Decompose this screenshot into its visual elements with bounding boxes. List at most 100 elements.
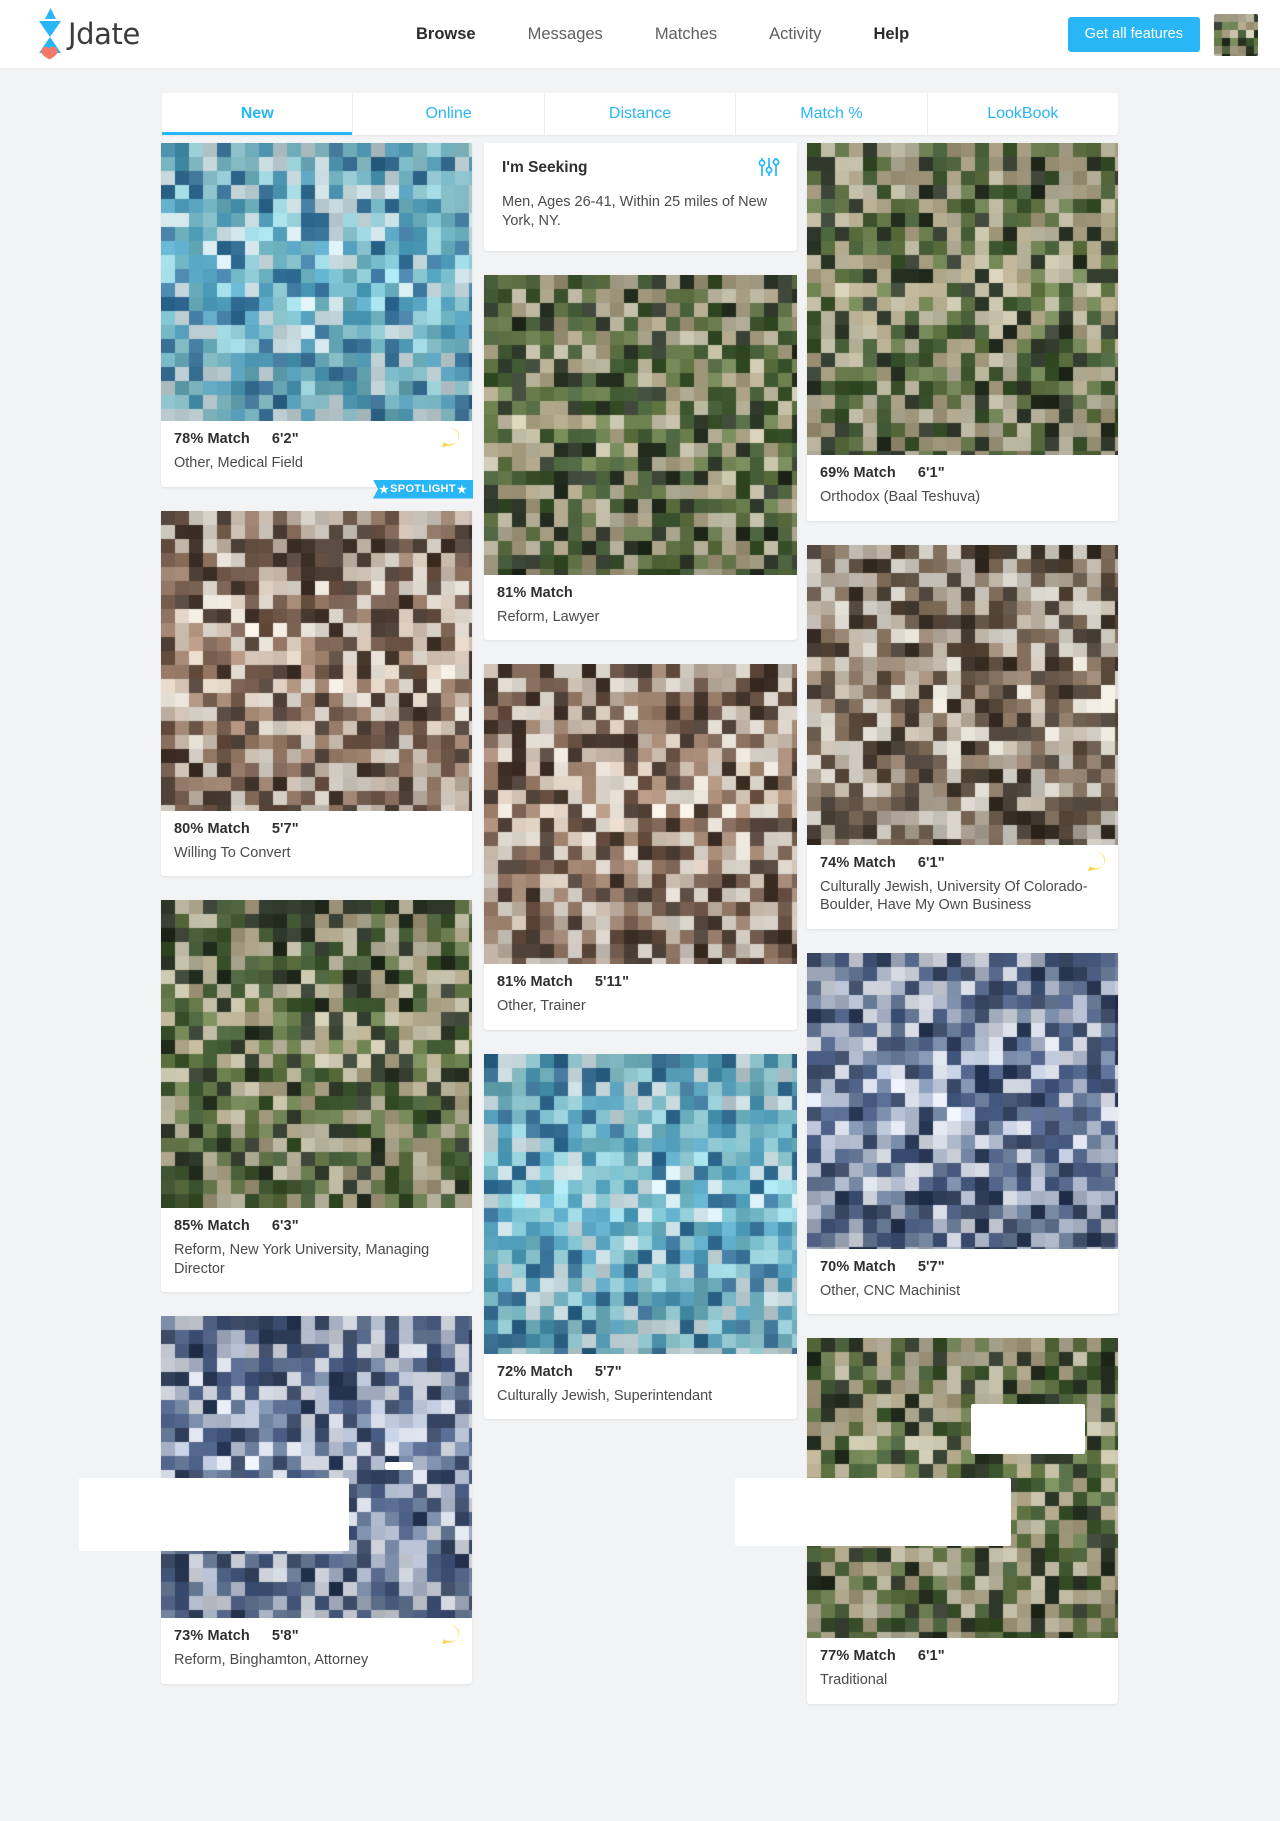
profile-card-body: 69% Match 6'1" Orthodox (Baal Teshuva) bbox=[807, 455, 1118, 521]
nav-item-messages[interactable]: Messages bbox=[502, 25, 629, 44]
profile-description: Other, CNC Machinist bbox=[820, 1282, 961, 1299]
column-left: 78% Match 6'2" Other, Medical Field ★ SPOTLI… bbox=[161, 143, 473, 1708]
browse-tabs: New Online Distance Match % LookBook bbox=[162, 93, 1118, 135]
profile-photo[interactable] bbox=[161, 510, 472, 811]
message-plus-badge-icon[interactable] bbox=[439, 427, 461, 449]
profile-photo[interactable] bbox=[161, 1316, 472, 1619]
nav-item-activity[interactable]: Activity bbox=[743, 25, 847, 44]
profile-match-and-height: 78% Match 6'2" bbox=[174, 431, 459, 447]
profile-card[interactable]: 74% Match 6'1" Culturally Jewish, Universi… bbox=[807, 544, 1118, 929]
nav-item-help[interactable]: Help bbox=[847, 25, 935, 44]
profile-height: 5'8" bbox=[271, 1628, 299, 1645]
tab-match-pct[interactable]: Match % bbox=[736, 93, 928, 135]
placeholder-block-left bbox=[79, 1478, 349, 1551]
profile-match-percent: 74% Match bbox=[820, 854, 896, 871]
profile-card[interactable]: 85% Match 6'3" Reform, New York University… bbox=[161, 900, 472, 1293]
profile-match-and-height: 72% Match 5'7" bbox=[497, 1364, 784, 1380]
im-seeking-title: I'm Seeking bbox=[502, 159, 588, 176]
profile-card-body: 72% Match 5'7" Culturally Jewish, Superint… bbox=[484, 1354, 797, 1420]
profile-card-body: 85% Match 6'3" Reform, New York University… bbox=[161, 1208, 472, 1292]
profile-card-body: 81% Match Reform, Lawyer bbox=[484, 575, 797, 641]
site-header: Jdate Browse Messages Matches Activity H… bbox=[0, 0, 1280, 69]
profile-description: Orthodox (Baal Teshuva) bbox=[820, 489, 981, 505]
sliders-icon[interactable] bbox=[757, 156, 781, 178]
nav-item-matches[interactable]: Matches bbox=[629, 25, 743, 44]
profile-card[interactable]: 72% Match 5'7" Culturally Jewish, Superint… bbox=[484, 1053, 797, 1420]
profile-card[interactable]: 81% Match 5'11" Other, Trainer bbox=[484, 664, 797, 1030]
profile-photo-image bbox=[484, 1053, 797, 1354]
placeholder-chip bbox=[385, 1462, 413, 1470]
profile-card-body: 74% Match 6'1" Culturally Jewish, Universi… bbox=[807, 845, 1118, 929]
profile-match-percent: 69% Match bbox=[820, 465, 896, 481]
profile-photo-image bbox=[807, 952, 1118, 1249]
profile-photo[interactable] bbox=[807, 143, 1118, 455]
tab-online[interactable]: Online bbox=[353, 93, 545, 135]
profile-description: Other, Medical Field bbox=[174, 455, 303, 471]
nav-item-browse[interactable]: Browse bbox=[390, 25, 502, 44]
profile-match-and-height: 73% Match 5'8" bbox=[174, 1628, 459, 1644]
profile-match-and-height: 81% Match bbox=[497, 585, 784, 601]
profile-photo[interactable] bbox=[161, 143, 472, 421]
column-middle: I'm Seeking Men, Ages 26-41, Within 25 m… bbox=[484, 143, 797, 1443]
avatar-image bbox=[1214, 14, 1258, 56]
profile-description: Traditional bbox=[820, 1672, 888, 1689]
message-plus-badge-icon[interactable] bbox=[439, 1624, 461, 1646]
star-icon: ★ bbox=[456, 483, 467, 496]
profile-photo-image bbox=[807, 544, 1118, 845]
get-all-features-button[interactable]: Get all features bbox=[1067, 17, 1200, 52]
profile-photo[interactable] bbox=[807, 952, 1118, 1249]
profile-photo-image bbox=[161, 1316, 472, 1619]
message-plus-badge-icon[interactable] bbox=[1085, 851, 1107, 873]
placeholder-block-right bbox=[971, 1404, 1085, 1454]
profile-height: 6'2" bbox=[271, 431, 299, 447]
profile-card-body: 70% Match 5'7" Other, CNC Machinist bbox=[807, 1249, 1118, 1315]
profile-description: Culturally Jewish, Superintendant bbox=[497, 1387, 713, 1404]
profile-card-body: 73% Match 5'8" Reform, Binghamton, Attorne… bbox=[161, 1618, 472, 1684]
profile-description: Reform, Binghamton, Attorney bbox=[174, 1652, 369, 1669]
profile-card[interactable]: 70% Match 5'7" Other, CNC Machinist bbox=[807, 952, 1118, 1315]
logo-text: Jdate bbox=[68, 17, 140, 51]
profile-photo[interactable] bbox=[484, 274, 797, 575]
profile-photo[interactable] bbox=[484, 1053, 797, 1354]
star-icon: ★ bbox=[379, 483, 390, 496]
profile-card[interactable]: 69% Match 6'1" Orthodox (Baal Teshuva) bbox=[807, 143, 1118, 521]
tab-distance[interactable]: Distance bbox=[545, 93, 737, 135]
profile-photo[interactable] bbox=[161, 900, 472, 1209]
profile-height: 5'7" bbox=[271, 820, 299, 837]
profile-match-percent: 73% Match bbox=[174, 1628, 250, 1645]
profile-card-body: 78% Match 6'2" Other, Medical Field ★ SPOTLI… bbox=[161, 421, 473, 499]
profile-match-and-height: 77% Match 6'1" bbox=[820, 1648, 1105, 1664]
profile-match-and-height: 70% Match 5'7" bbox=[820, 1259, 1105, 1275]
profile-height: 6'3" bbox=[271, 1218, 299, 1235]
jdate-logo-icon bbox=[39, 8, 61, 60]
profile-photo-image bbox=[484, 664, 797, 965]
profile-match-and-height: 80% Match 5'7" bbox=[174, 821, 459, 837]
profile-height: 5'7" bbox=[594, 1363, 622, 1380]
profile-photo[interactable] bbox=[807, 544, 1118, 845]
profile-photo-image bbox=[161, 900, 472, 1209]
profile-match-percent: 78% Match bbox=[174, 431, 250, 447]
profile-height: 5'7" bbox=[917, 1258, 945, 1275]
spotlight-label: SPOTLIGHT bbox=[390, 483, 456, 496]
profile-card-body: 80% Match 5'7" Willing To Convert bbox=[161, 811, 472, 877]
profile-match-percent: 81% Match bbox=[497, 584, 573, 601]
profile-card[interactable]: 80% Match 5'7" Willing To Convert bbox=[161, 510, 472, 877]
profile-card[interactable]: 78% Match 6'2" Other, Medical Field ★ SPOTLI… bbox=[161, 143, 473, 499]
profile-photo-image bbox=[807, 143, 1118, 455]
placeholder-block-middle bbox=[735, 1478, 1011, 1546]
profile-match-percent: 85% Match bbox=[174, 1218, 250, 1235]
tab-new[interactable]: New bbox=[162, 93, 354, 135]
profile-photo[interactable] bbox=[484, 664, 797, 965]
logo[interactable]: Jdate bbox=[27, 4, 157, 66]
profile-card[interactable]: 81% Match Reform, Lawyer bbox=[484, 274, 797, 641]
im-seeking-criteria: Men, Ages 26-41, Within 25 miles of New … bbox=[502, 194, 768, 230]
profile-height: 5'11" bbox=[594, 974, 630, 991]
profile-description: Reform, New York University, Managing Di… bbox=[174, 1242, 430, 1277]
profile-match-percent: 72% Match bbox=[497, 1363, 573, 1380]
tab-lookbook[interactable]: LookBook bbox=[928, 93, 1118, 135]
profile-height: 6'1" bbox=[917, 854, 945, 871]
profile-match-and-height: 85% Match 6'3" bbox=[174, 1218, 459, 1234]
profile-photo-image bbox=[161, 143, 472, 421]
avatar[interactable] bbox=[1214, 14, 1258, 56]
profile-card-body: 77% Match 6'1" Traditional bbox=[807, 1638, 1118, 1704]
